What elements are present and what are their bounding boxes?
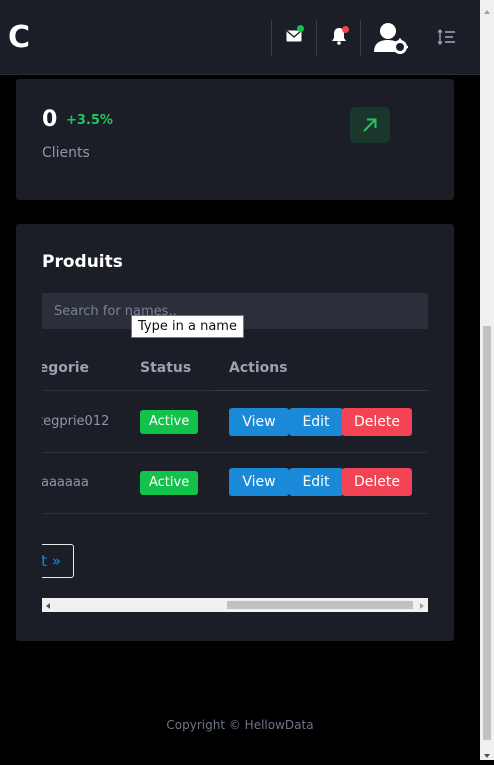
bell-status-dot bbox=[342, 26, 349, 33]
sort-icon[interactable] bbox=[437, 28, 455, 46]
status-badge: Active bbox=[140, 410, 199, 434]
view-button[interactable]: View bbox=[229, 408, 289, 436]
column-header-status[interactable]: Status bbox=[140, 360, 191, 376]
pagination-next-button[interactable]: t » bbox=[42, 544, 74, 578]
bell-icon[interactable] bbox=[331, 26, 349, 45]
clients-label: Clients bbox=[42, 145, 90, 161]
navbar-divider bbox=[360, 20, 361, 56]
column-header-categorie[interactable]: tegorie bbox=[42, 360, 89, 376]
mail-icon[interactable] bbox=[286, 25, 304, 42]
scroll-left-icon[interactable] bbox=[42, 598, 54, 612]
header-divider bbox=[214, 390, 428, 391]
column-header-actions[interactable]: Actions bbox=[229, 360, 288, 376]
edit-button[interactable]: Edit bbox=[289, 408, 343, 436]
status-badge: Active bbox=[140, 471, 199, 495]
horizontal-scrollbar[interactable] bbox=[42, 598, 428, 612]
horizontal-scroll-thumb[interactable] bbox=[227, 601, 413, 609]
clients-count: 0 bbox=[42, 107, 58, 132]
view-button[interactable]: View bbox=[229, 468, 289, 496]
arrow-up-right-icon bbox=[350, 107, 390, 143]
edit-button[interactable]: Edit bbox=[289, 468, 343, 496]
search-tooltip: Type in a name bbox=[131, 315, 244, 338]
row-divider bbox=[42, 513, 428, 514]
footer-copyright: Copyright © HellowData bbox=[166, 718, 314, 732]
delete-button[interactable]: Delete bbox=[342, 408, 412, 436]
categorie-cell: aaaaaa bbox=[42, 475, 89, 490]
mail-status-dot bbox=[297, 25, 304, 32]
vertical-scrollbar[interactable] bbox=[480, 0, 494, 760]
products-table: tegorie Status Actions tegprie012 Active… bbox=[42, 346, 428, 514]
row-divider bbox=[42, 452, 428, 453]
scroll-up-icon[interactable] bbox=[481, 2, 493, 21]
pagination: t » bbox=[42, 542, 102, 582]
navbar-divider bbox=[271, 20, 272, 56]
clients-stat-card: 0 +3.5% Clients bbox=[16, 79, 454, 200]
top-navbar: C bbox=[0, 0, 480, 75]
header-divider bbox=[42, 390, 214, 391]
user-settings-icon[interactable] bbox=[374, 22, 408, 55]
clients-change: +3.5% bbox=[66, 113, 113, 128]
brand-logo[interactable]: C bbox=[8, 18, 30, 58]
products-card: Produits tegorie Status Actions tegprie0… bbox=[16, 224, 454, 641]
scroll-down-icon[interactable] bbox=[481, 746, 493, 765]
vertical-scroll-thumb[interactable] bbox=[483, 326, 491, 740]
delete-button[interactable]: Delete bbox=[342, 468, 412, 496]
scroll-right-icon[interactable] bbox=[416, 598, 428, 612]
navbar-divider bbox=[316, 20, 317, 56]
categorie-cell: tegprie012 bbox=[42, 414, 110, 429]
section-title: Produits bbox=[42, 252, 123, 272]
